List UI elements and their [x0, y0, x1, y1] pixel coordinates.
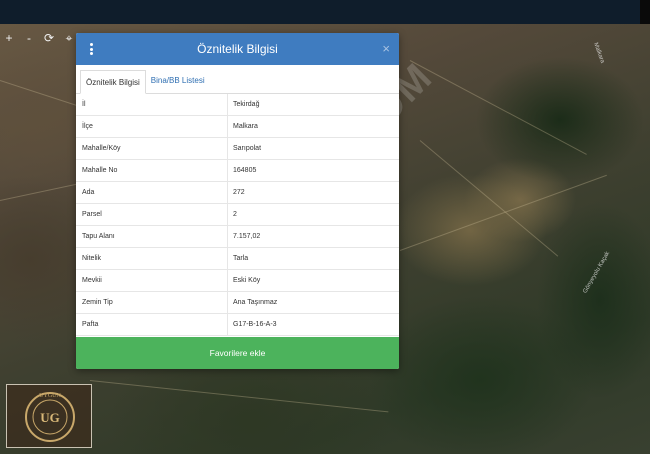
- dialog-title: Öznitelik Bilgisi: [197, 42, 278, 56]
- attribute-table: İl Tekirdağ İlçe Malkara Mahalle/Köy Sarıpo…: [76, 94, 399, 336]
- row-key: Tapu Alanı: [76, 226, 228, 247]
- row-value: 7.157,02: [233, 233, 261, 240]
- table-row: Zemin Tip Ana Taşınmaz: [76, 292, 399, 314]
- row-key: Ada: [76, 182, 228, 203]
- add-to-favorites-button[interactable]: Favorilere ekle: [76, 337, 399, 369]
- row-key: Parsel: [76, 204, 228, 225]
- row-value: 164805: [233, 167, 257, 174]
- table-row: Mahalle No 164805: [76, 160, 399, 182]
- logo-letters: UG: [40, 410, 60, 425]
- map-toolbar: + - ⟳ ⌖: [0, 28, 78, 48]
- table-row: İlçe Malkara: [76, 116, 399, 138]
- table-row: Ada 272: [76, 182, 399, 204]
- row-value: Malkara: [233, 123, 258, 130]
- row-value: Tekirdağ: [233, 101, 260, 108]
- row-key: İlçe: [76, 116, 228, 137]
- row-key: İl: [76, 94, 228, 115]
- table-row: Pafta G17-B-16-A-3: [76, 314, 399, 336]
- row-key: Mevkii: [76, 270, 228, 291]
- row-key: Zemin Tip: [76, 292, 228, 313]
- company-logo: UYGUN UG: [6, 384, 92, 448]
- row-value: G17-B-16-A-3: [233, 321, 277, 328]
- table-row: Nitelik Tarla: [76, 248, 399, 270]
- row-key: Nitelik: [76, 248, 228, 269]
- attribute-dialog: Öznitelik Bilgisi × Öznitelik Bilgisi Bi…: [76, 33, 399, 369]
- row-value: 2: [233, 211, 237, 218]
- kebab-menu-icon[interactable]: [88, 43, 94, 55]
- logo-emblem-icon: UYGUN UG: [25, 392, 75, 442]
- table-row: Mahalle/Köy Sarıpolat: [76, 138, 399, 160]
- tab-building-list[interactable]: Bina/BB Listesi: [146, 69, 210, 93]
- refresh-icon[interactable]: ⟳: [40, 29, 58, 47]
- row-value: Tarla: [233, 255, 249, 262]
- row-value: Ana Taşınmaz: [233, 299, 278, 306]
- table-row: Parsel 2: [76, 204, 399, 226]
- zoom-in-button[interactable]: +: [0, 29, 18, 47]
- row-key: Mahalle/Köy: [76, 138, 228, 159]
- tab-attributes[interactable]: Öznitelik Bilgisi: [80, 70, 146, 94]
- row-value: Sarıpolat: [233, 145, 262, 152]
- zoom-out-button[interactable]: -: [20, 29, 38, 47]
- close-icon[interactable]: ×: [382, 41, 390, 57]
- logo-ring-text: UYGUN: [39, 393, 61, 399]
- table-row: Tapu Alanı 7.157,02: [76, 226, 399, 248]
- row-value: Eski Köy: [233, 277, 261, 284]
- top-bar-edge: [640, 0, 650, 24]
- tab-bar: Öznitelik Bilgisi Bina/BB Listesi: [76, 65, 399, 94]
- row-key: Pafta: [76, 314, 228, 335]
- table-row: Mevkii Eski Köy: [76, 270, 399, 292]
- row-value: 272: [233, 189, 245, 196]
- dialog-header: Öznitelik Bilgisi ×: [76, 33, 399, 65]
- table-row: İl Tekirdağ: [76, 94, 399, 116]
- row-key: Mahalle No: [76, 160, 228, 181]
- top-bar: [0, 0, 650, 24]
